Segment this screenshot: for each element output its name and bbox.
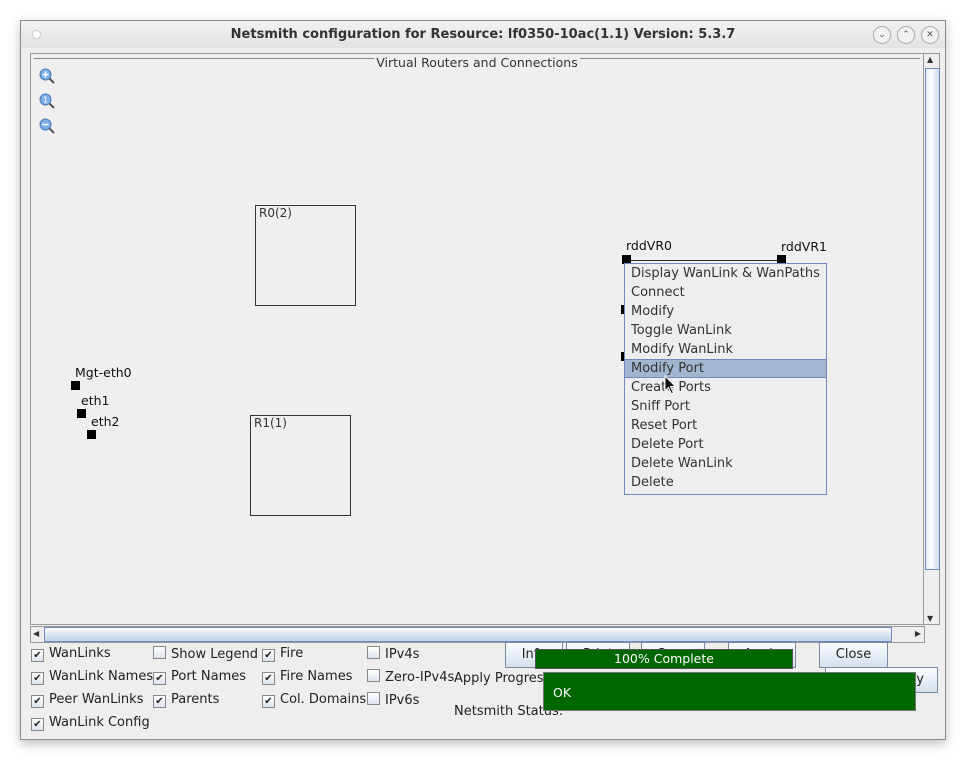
checkbox-wanlinks[interactable]: ✔ WanLinks xyxy=(31,646,111,662)
svg-text:1: 1 xyxy=(43,96,48,105)
checkbox-unchecked-icon[interactable] xyxy=(367,692,380,705)
checkbox-label: Zero-IPv4s xyxy=(385,670,455,685)
checkbox-zero-ipv4s[interactable]: Zero-IPv4s xyxy=(367,669,454,685)
scroll-right-arrow-icon[interactable]: ▶ xyxy=(915,629,921,638)
port-label: eth2 xyxy=(91,414,120,429)
group-border: Virtual Routers and Connections xyxy=(34,55,920,70)
checkbox-unchecked-icon[interactable] xyxy=(153,646,166,659)
checkbox-checked-icon[interactable]: ✔ xyxy=(262,695,275,708)
wanlink-line[interactable] xyxy=(628,260,784,261)
checkbox-ipv4s[interactable]: IPv4s xyxy=(367,646,419,662)
checkbox-wanlink-config[interactable]: ✔ WanLink Config xyxy=(31,715,150,731)
context-menu-item[interactable]: Modify Port xyxy=(625,359,826,378)
checkbox-parents[interactable]: ✔ Parents xyxy=(153,692,219,708)
checkbox-label: Port Names xyxy=(171,669,247,684)
zoom-out-icon[interactable] xyxy=(39,118,55,134)
minimize-button[interactable]: ⌄ xyxy=(873,26,891,44)
scroll-up-arrow-icon[interactable]: ▲ xyxy=(927,55,933,64)
apply-progress-bar: 100% Complete xyxy=(535,649,793,669)
checkbox-col-domains[interactable]: ✔ Col. Domains xyxy=(262,692,366,708)
checkbox-peer-wanlinks[interactable]: ✔ Peer WanLinks xyxy=(31,692,143,708)
title-bar[interactable]: Netsmith configuration for Resource: lf0… xyxy=(21,21,945,48)
window-title: Netsmith configuration for Resource: lf0… xyxy=(230,27,736,42)
checkbox-label: WanLink Config xyxy=(49,715,150,730)
port-eth1[interactable] xyxy=(77,409,86,418)
maximize-button[interactable]: ⌃ xyxy=(897,26,915,44)
zoom-in-icon[interactable] xyxy=(39,68,55,84)
checkbox-label: Peer WanLinks xyxy=(49,692,144,707)
context-menu-item[interactable]: Connect xyxy=(625,283,826,302)
group-title: Virtual Routers and Connections xyxy=(374,55,580,70)
checkbox-label: Col. Domains xyxy=(280,692,367,707)
checkbox-ipv6s[interactable]: IPv6s xyxy=(367,692,419,708)
horizontal-scroll-thumb[interactable] xyxy=(44,627,892,642)
checkbox-checked-icon[interactable]: ✔ xyxy=(262,672,275,685)
checkbox-wanlink-names[interactable]: ✔ WanLink Names xyxy=(31,669,153,685)
checkbox-label: IPv6s xyxy=(385,693,420,708)
mouse-cursor-icon xyxy=(664,375,677,395)
vertical-scroll-thumb[interactable] xyxy=(925,68,940,570)
chevron-down-icon: ⌄ xyxy=(878,30,886,40)
wanlink-endpoint-label: rddVR1 xyxy=(781,239,827,254)
context-menu-item[interactable]: Toggle WanLink xyxy=(625,321,826,340)
checkbox-label: WanLink Names xyxy=(49,669,154,684)
checkbox-checked-icon[interactable]: ✔ xyxy=(31,649,44,662)
context-menu-item[interactable]: Reset Port xyxy=(625,416,826,435)
context-menu-item[interactable]: Modify xyxy=(625,302,826,321)
vertical-scrollbar[interactable]: ▲ ▼ xyxy=(923,53,940,625)
context-menu-item[interactable]: Create Ports xyxy=(625,378,826,397)
checkbox-checked-icon[interactable]: ✔ xyxy=(153,672,166,685)
zoom-reset-icon[interactable]: 1 xyxy=(39,93,55,109)
context-menu-item[interactable]: Delete WanLink xyxy=(625,454,826,473)
checkbox-fire[interactable]: ✔ Fire xyxy=(262,646,303,662)
checkbox-checked-icon[interactable]: ✔ xyxy=(31,695,44,708)
router-label: R1(1) xyxy=(254,416,287,430)
router-r1[interactable]: R1(1) xyxy=(250,415,351,516)
router-r0[interactable]: R0(2) xyxy=(255,205,356,306)
checkbox-label: WanLinks xyxy=(49,646,111,661)
router-label: R0(2) xyxy=(259,206,292,220)
chevron-up-icon: ⌃ xyxy=(902,30,910,40)
netsmith-status-field: OK xyxy=(543,672,916,711)
port-eth2[interactable] xyxy=(87,430,96,439)
checkbox-checked-icon[interactable]: ✔ xyxy=(262,649,275,662)
context-menu-item[interactable]: Delete xyxy=(625,473,826,492)
close-window-button[interactable]: ✕ xyxy=(921,26,939,44)
horizontal-scrollbar[interactable]: ◀ ▶ xyxy=(30,626,925,643)
checkbox-label: Show Legend xyxy=(171,647,258,662)
checkbox-port-names[interactable]: ✔ Port Names xyxy=(153,669,246,685)
port-label: Mgt-eth0 xyxy=(75,365,132,380)
checkbox-label: Parents xyxy=(171,692,220,707)
context-menu-item[interactable]: Display WanLink & WanPaths xyxy=(625,264,826,283)
port-label: eth1 xyxy=(81,393,110,408)
checkbox-fire-names[interactable]: ✔ Fire Names xyxy=(262,669,352,685)
checkbox-label: IPv4s xyxy=(385,647,420,662)
checkbox-show-legend[interactable]: Show Legend xyxy=(153,646,258,662)
checkbox-label: Fire xyxy=(280,646,304,661)
checkbox-checked-icon[interactable]: ✔ xyxy=(31,718,44,731)
scroll-down-arrow-icon[interactable]: ▼ xyxy=(927,614,933,623)
context-menu-item[interactable]: Modify WanLink xyxy=(625,340,826,359)
apply-progress-label: Apply Progress: xyxy=(454,671,555,686)
checkbox-checked-icon[interactable]: ✔ xyxy=(31,672,44,685)
context-menu: Display WanLink & WanPaths Connect Modify T… xyxy=(624,263,827,495)
context-menu-item[interactable]: Sniff Port xyxy=(625,397,826,416)
context-menu-item[interactable]: Delete Port xyxy=(625,435,826,454)
close-icon: ✕ xyxy=(926,30,934,40)
close-button[interactable]: Close xyxy=(819,642,888,668)
port-mgt-eth0[interactable] xyxy=(71,381,80,390)
scroll-left-arrow-icon[interactable]: ◀ xyxy=(33,629,39,638)
checkbox-unchecked-icon[interactable] xyxy=(367,669,380,682)
wanlink-endpoint-label: rddVR0 xyxy=(626,238,672,253)
checkbox-checked-icon[interactable]: ✔ xyxy=(153,695,166,708)
checkbox-label: Fire Names xyxy=(280,669,353,684)
checkbox-unchecked-icon[interactable] xyxy=(367,646,380,659)
